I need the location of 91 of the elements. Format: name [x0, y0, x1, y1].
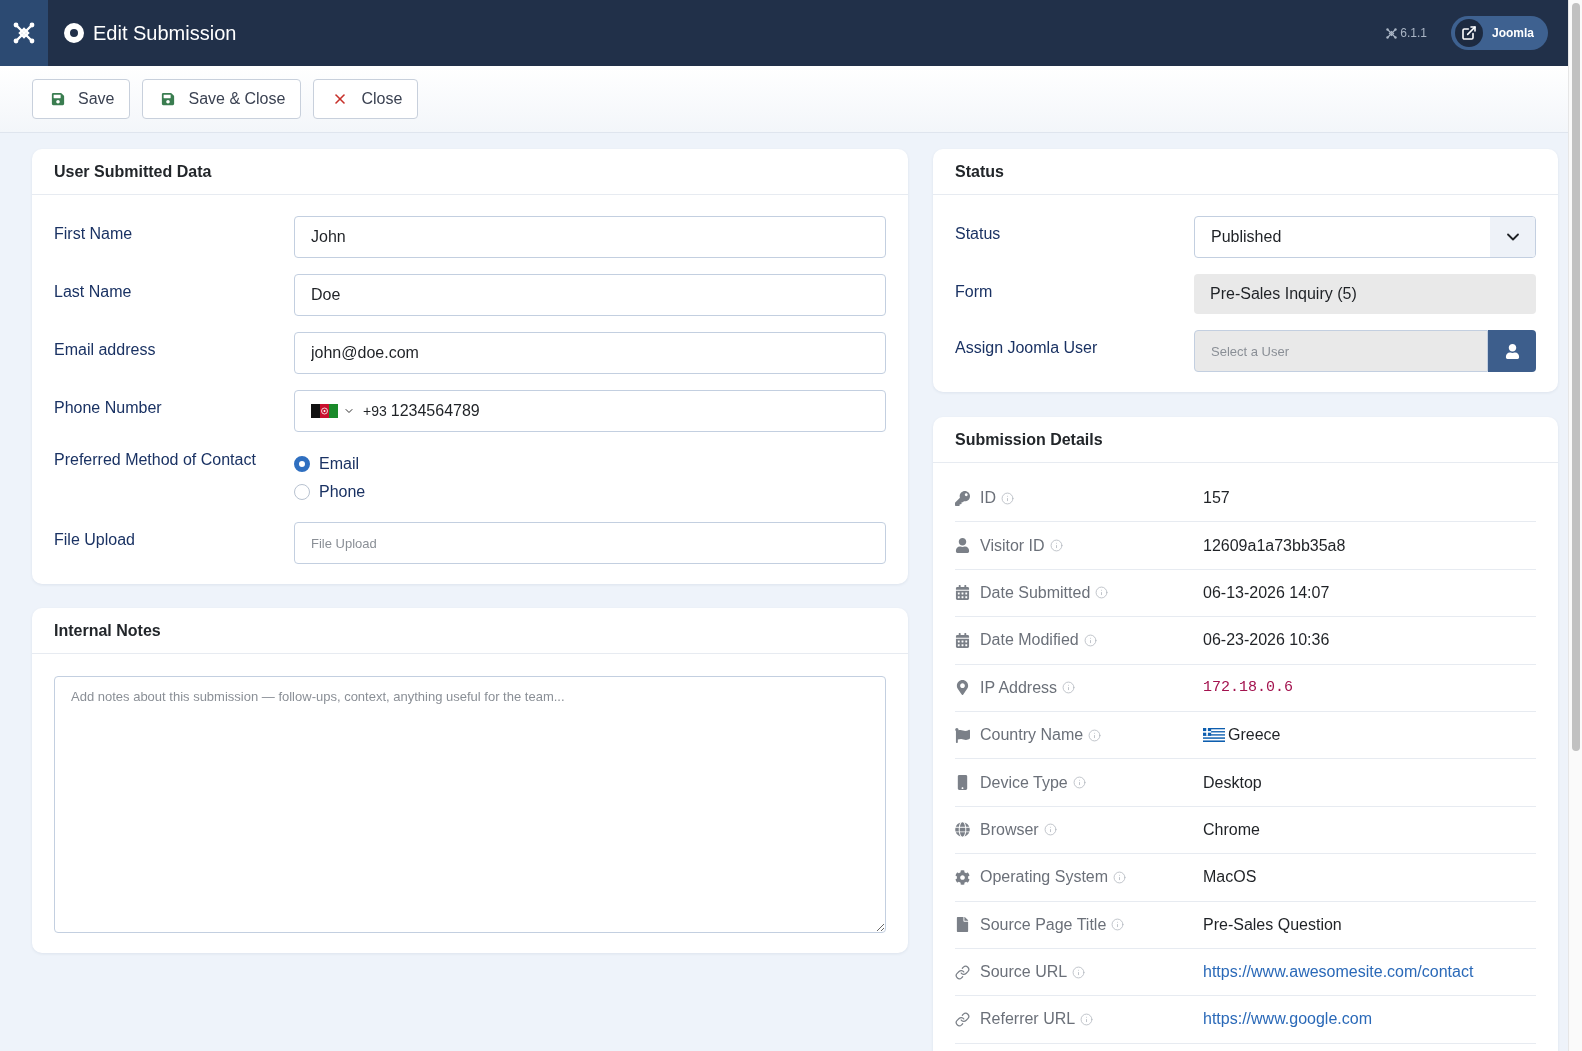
info-icon[interactable]	[1083, 633, 1097, 647]
afghanistan-flag-icon	[311, 404, 338, 418]
detail-value: MacOS	[1203, 867, 1257, 888]
input-field[interactable]: Doe	[294, 274, 886, 316]
file-icon	[955, 917, 970, 933]
radio-label[interactable]: Email	[319, 452, 359, 476]
detail-label: Source Page Title	[980, 914, 1107, 935]
detail-value: Pre-Sales Question	[1203, 914, 1342, 935]
detail-label: Date Submitted	[980, 582, 1091, 603]
info-icon[interactable]	[1001, 491, 1014, 505]
calendar-icon	[955, 585, 970, 601]
page-title: Edit Submission	[93, 21, 237, 46]
select-user-button[interactable]	[1488, 330, 1536, 372]
scrollbar-thumb[interactable]	[1571, 3, 1580, 751]
calendar-icon	[955, 632, 970, 648]
key-icon	[955, 490, 970, 506]
status-select[interactable]: Published	[1194, 216, 1536, 258]
link-icon	[955, 964, 970, 980]
detail-label: ID	[980, 488, 996, 509]
map-pin-icon	[955, 680, 970, 696]
info-icon[interactable]	[1111, 918, 1125, 932]
detail-label: Browser	[980, 819, 1039, 840]
field-label: Last Name	[54, 282, 133, 302]
card-title: Status	[955, 161, 1004, 182]
site-link-button[interactable]: Joomla	[1451, 16, 1548, 50]
detail-value: 157	[1203, 488, 1230, 509]
user-icon	[955, 538, 970, 554]
input-field[interactable]: John	[294, 216, 886, 258]
detail-value: 12609a1a73bb35a8	[1203, 535, 1346, 556]
field-label: Phone Number	[54, 398, 163, 418]
user-field[interactable]: Select a User	[1194, 330, 1488, 372]
info-icon[interactable]	[1072, 776, 1086, 790]
detail-label: Device Type	[980, 772, 1068, 793]
circle-dot-icon	[64, 23, 84, 43]
detail-label: Referrer URL	[980, 1009, 1076, 1030]
version-label: 6.1.1	[1400, 25, 1427, 42]
card-title: User Submitted Data	[54, 161, 212, 182]
card-title: Submission Details	[955, 429, 1103, 450]
toolbar-button[interactable]: Save	[32, 79, 131, 119]
detail-value: Desktop	[1203, 772, 1262, 793]
logo-icon	[13, 22, 35, 44]
ip-address-value: 172.18.0.6	[1203, 677, 1293, 698]
detail-value: 06-23-2026 10:36	[1203, 630, 1330, 651]
info-icon[interactable]	[1043, 823, 1057, 837]
greece-flag-icon	[1203, 728, 1225, 743]
info-icon[interactable]	[1080, 1013, 1094, 1026]
field-label: Preferred Method of Contact	[54, 450, 257, 470]
url-link[interactable]: https://www.awesomesite.com/contact	[1203, 960, 1474, 985]
external-link-icon	[1455, 19, 1483, 47]
toolbar-button[interactable]: Close	[313, 79, 419, 119]
radio-button[interactable]	[294, 484, 310, 500]
detail-label: Country Name	[980, 725, 1084, 746]
field-label: Status	[955, 224, 1002, 244]
info-icon[interactable]	[1113, 870, 1127, 884]
field-label: Form	[955, 282, 994, 302]
url-link[interactable]: https://www.google.com	[1203, 1007, 1372, 1032]
detail-label: Visitor ID	[980, 535, 1045, 556]
user-icon	[1504, 343, 1520, 359]
detail-value: 06-13-2026 14:07	[1203, 582, 1330, 603]
radio-button[interactable]	[294, 456, 310, 472]
mobile-device-icon	[955, 775, 970, 791]
logo-icon	[1386, 27, 1398, 39]
info-icon[interactable]	[1088, 728, 1102, 742]
detail-label: Source URL	[980, 962, 1068, 983]
info-icon[interactable]	[1062, 681, 1076, 695]
field-label: Assign Joomla User	[955, 338, 1099, 358]
detail-value: Chrome	[1203, 819, 1260, 840]
toolbar-button[interactable]: Save & Close	[142, 79, 302, 119]
link-icon	[955, 1012, 970, 1027]
flag-icon	[955, 727, 970, 743]
notes-field[interactable]: Add notes about this submission — follow-ups, context, anything useful for the team...	[54, 676, 886, 933]
gear-icon	[955, 869, 970, 885]
globe-icon	[955, 822, 970, 838]
logo-tile[interactable]	[0, 0, 48, 66]
card-title: Internal Notes	[54, 620, 161, 641]
form-field[interactable]: Pre-Sales Inquiry (5)	[1194, 274, 1536, 314]
field-label: Email address	[54, 340, 157, 360]
radio-label[interactable]: Phone	[319, 480, 366, 504]
file-upload-field[interactable]: File Upload	[294, 522, 886, 564]
detail-label: IP Address	[980, 677, 1058, 698]
field-label: First Name	[54, 224, 134, 244]
input-field[interactable]: john@doe.com	[294, 332, 886, 374]
field-label: File Upload	[54, 530, 136, 550]
phone-field[interactable]: +93 1234564789	[294, 390, 886, 432]
info-icon[interactable]	[1095, 586, 1109, 600]
dial-code: +93	[363, 401, 387, 421]
info-icon[interactable]	[1072, 965, 1086, 979]
detail-label: Date Modified	[980, 630, 1079, 651]
country-value: Greece	[1228, 725, 1281, 746]
detail-label: Operating System	[980, 867, 1109, 888]
info-icon[interactable]	[1049, 539, 1063, 553]
